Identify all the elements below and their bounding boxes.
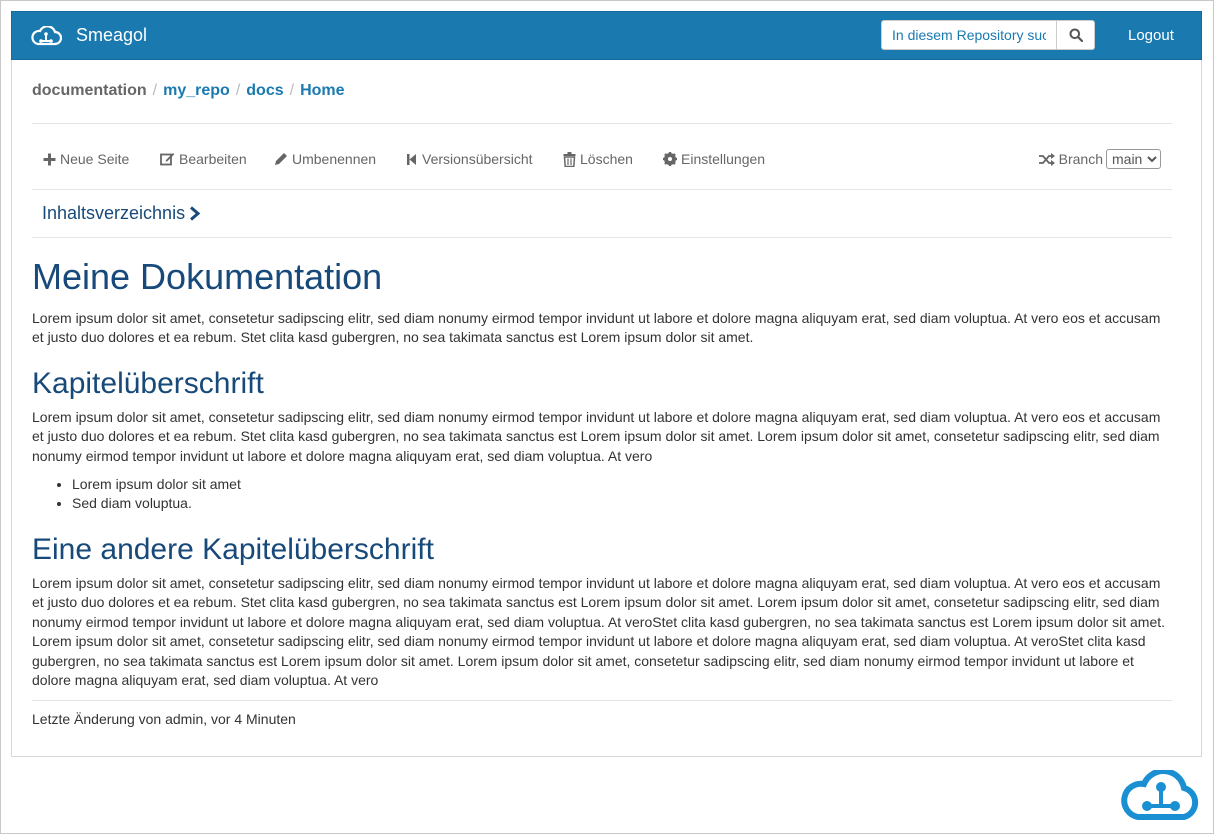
last-change-note: Letzte Änderung von admin, vor 4 Minuten <box>32 711 296 727</box>
page-title: Meine Dokumentation <box>32 256 383 297</box>
brand[interactable]: Smeagol <box>30 12 147 59</box>
branch-selector: Branch main <box>1038 146 1161 172</box>
branch-label: Branch <box>1058 151 1103 167</box>
new-page-label: Neue Seite <box>60 151 130 167</box>
brand-name: Smeagol <box>76 25 148 45</box>
repo-search <box>881 20 1095 50</box>
gear-icon <box>663 152 677 166</box>
breadcrumb: documentation / my_repo / docs / Home <box>32 80 345 102</box>
cloud-logo-icon <box>1121 770 1199 820</box>
breadcrumb-item-documentation[interactable]: documentation <box>32 82 147 100</box>
rename-button[interactable]: Umbenennen <box>274 146 376 172</box>
bullet-list: Lorem ipsum dolor sit amet Sed diam volu… <box>32 475 1172 513</box>
settings-button[interactable]: Einstellungen <box>663 146 765 172</box>
breadcrumb-separator: / <box>289 82 295 99</box>
history-icon <box>407 153 416 165</box>
delete-label: Löschen <box>580 151 633 167</box>
new-page-button[interactable]: Neue Seite <box>43 146 129 172</box>
history-label: Versionsübersicht <box>422 151 533 167</box>
section-heading: Kapitelüberschrift <box>32 366 264 400</box>
logout-link[interactable]: Logout <box>1128 12 1174 59</box>
settings-label: Einstellungen <box>681 151 766 167</box>
divider <box>32 700 1172 701</box>
section-paragraph: Lorem ipsum dolor sit amet, consetetur s… <box>32 408 1161 464</box>
breadcrumb-item-docs[interactable]: docs <box>246 82 283 100</box>
divider <box>32 189 1172 190</box>
list-item: Sed diam voluptua. <box>72 494 1172 513</box>
toc-label: Inhaltsverzeichnis <box>42 202 186 223</box>
top-navbar: Smeagol Logout <box>11 11 1202 60</box>
breadcrumb-item-my-repo[interactable]: my_repo <box>163 82 230 100</box>
delete-button[interactable]: Löschen <box>563 146 633 172</box>
chevron-right-icon <box>190 205 201 221</box>
edit-icon <box>160 153 175 166</box>
table-of-contents-toggle[interactable]: Inhaltsverzeichnis <box>42 201 201 225</box>
branch-select[interactable]: main <box>1106 149 1161 169</box>
rename-label: Umbenennen <box>292 151 377 167</box>
intro-paragraph: Lorem ipsum dolor sit amet, consetetur s… <box>32 310 1161 346</box>
breadcrumb-separator: / <box>152 82 158 99</box>
section-heading: Eine andere Kapitelüberschrift <box>32 533 434 567</box>
divider <box>32 237 1172 238</box>
search-input[interactable] <box>881 20 1057 50</box>
edit-label: Bearbeiten <box>179 151 247 167</box>
breadcrumb-item-home[interactable]: Home <box>300 82 344 100</box>
cloud-logo-icon <box>31 25 62 45</box>
breadcrumb-separator: / <box>235 82 241 99</box>
trash-icon <box>563 151 576 167</box>
search-icon <box>1069 28 1083 42</box>
divider <box>32 123 1172 124</box>
list-item: Lorem ipsum dolor sit amet <box>72 475 1172 494</box>
shuffle-icon <box>1038 152 1055 166</box>
search-button[interactable] <box>1057 20 1095 50</box>
plus-icon <box>43 153 56 165</box>
main-panel: documentation / my_repo / docs / Home Ne… <box>11 60 1202 757</box>
section-paragraph: Lorem ipsum dolor sit amet, consetetur s… <box>32 575 1166 689</box>
edit-button[interactable]: Bearbeiten <box>160 146 247 172</box>
page-toolbar: Neue Seite Bearbeiten Umbenennen Version… <box>32 146 1172 172</box>
pencil-icon <box>275 153 287 165</box>
history-button[interactable]: Versionsübersicht <box>406 146 533 172</box>
page-content: Meine Dokumentation Lorem ipsum dolor si… <box>32 255 1172 690</box>
